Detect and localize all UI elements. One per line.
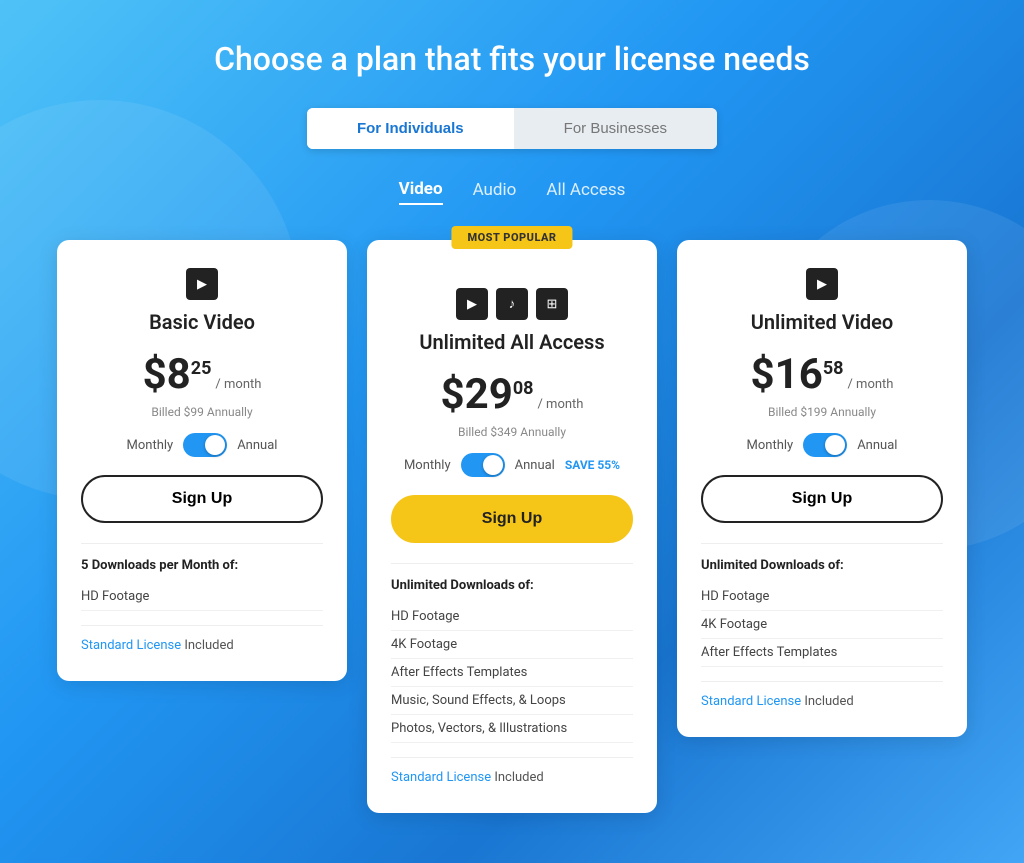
- toggle-row-all-access: Monthly Annual SAVE 55%: [391, 453, 633, 477]
- price-cents-all-access: 08: [513, 378, 534, 399]
- feature-hd-all: HD Footage: [391, 603, 633, 631]
- features-title-all: Unlimited Downloads of:: [391, 578, 633, 593]
- all-access-tab[interactable]: All Access: [546, 179, 625, 205]
- pricing-cards: ▶ Basic Video $8 25 / month Billed $99 A…: [57, 240, 967, 813]
- category-tabs: Video Audio All Access: [399, 179, 626, 205]
- card-title-basic: Basic Video: [81, 310, 323, 334]
- price-cents-basic: 25: [191, 358, 212, 379]
- annual-label-basic: Annual: [237, 438, 277, 453]
- price-period-all-access: / month: [537, 397, 583, 412]
- annual-label-all: Annual: [515, 458, 555, 473]
- photo-icon-all: ⊞: [536, 288, 568, 320]
- price-period-unlimited: / month: [847, 377, 893, 392]
- license-type-switcher: For Individuals For Businesses: [307, 108, 717, 149]
- license-suffix-all: Included: [491, 770, 544, 785]
- feature-4k-all: 4K Footage: [391, 631, 633, 659]
- video-icon: ▶: [186, 268, 218, 300]
- basic-video-card: ▶ Basic Video $8 25 / month Billed $99 A…: [57, 240, 347, 681]
- features-title-basic: 5 Downloads per Month of:: [81, 558, 323, 573]
- video-tab[interactable]: Video: [399, 179, 443, 205]
- monthly-label-basic: Monthly: [127, 438, 174, 453]
- audio-tab[interactable]: Audio: [473, 179, 517, 205]
- license-link-basic[interactable]: Standard License: [81, 638, 181, 653]
- most-popular-badge: MOST POPULAR: [451, 226, 572, 249]
- all-access-card: MOST POPULAR ▶ ♪ ⊞ Unlimited All Access …: [367, 240, 657, 813]
- individuals-tab[interactable]: For Individuals: [307, 108, 514, 149]
- price-period-basic: / month: [215, 377, 261, 392]
- billed-text-unlimited: Billed $199 Annually: [701, 405, 943, 419]
- audio-icon-all: ♪: [496, 288, 528, 320]
- price-main-basic: $8: [143, 350, 191, 399]
- feature-hd-unlimited: HD Footage: [701, 583, 943, 611]
- billing-toggle-unlimited[interactable]: [803, 433, 847, 457]
- card-icons-basic: ▶: [81, 268, 323, 300]
- feature-music-all: Music, Sound Effects, & Loops: [391, 687, 633, 715]
- feature-4k-unlimited: 4K Footage: [701, 611, 943, 639]
- price-row-unlimited: $16 58 / month: [701, 350, 943, 399]
- unlimited-video-card: ▶ Unlimited Video $16 58 / month Billed …: [677, 240, 967, 737]
- card-icons-unlimited: ▶: [701, 268, 943, 300]
- billed-text-all-access: Billed $349 Annually: [391, 425, 633, 439]
- signup-button-basic[interactable]: Sign Up: [81, 475, 323, 523]
- billing-toggle-basic[interactable]: [183, 433, 227, 457]
- feature-ae-unlimited: After Effects Templates: [701, 639, 943, 667]
- license-row-unlimited: Standard License Included: [701, 681, 943, 709]
- license-suffix-unlimited: Included: [801, 694, 854, 709]
- billing-toggle-all[interactable]: [461, 453, 505, 477]
- license-row-all: Standard License Included: [391, 757, 633, 785]
- card-icons-all-access: ▶ ♪ ⊞: [391, 288, 633, 320]
- features-title-unlimited: Unlimited Downloads of:: [701, 558, 943, 573]
- monthly-label-unlimited: Monthly: [747, 438, 794, 453]
- license-link-unlimited[interactable]: Standard License: [701, 694, 801, 709]
- license-suffix-basic: Included: [181, 638, 234, 653]
- feature-ae-all: After Effects Templates: [391, 659, 633, 687]
- price-main-unlimited: $16: [751, 350, 823, 399]
- divider-basic: [81, 543, 323, 544]
- feature-photos-all: Photos, Vectors, & Illustrations: [391, 715, 633, 743]
- feature-hd-basic: HD Footage: [81, 583, 323, 611]
- license-row-basic: Standard License Included: [81, 625, 323, 653]
- price-row-all-access: $29 08 / month: [391, 370, 633, 419]
- annual-label-unlimited: Annual: [857, 438, 897, 453]
- billed-text-basic: Billed $99 Annually: [81, 405, 323, 419]
- price-main-all-access: $29: [441, 370, 513, 419]
- price-row-basic: $8 25 / month: [81, 350, 323, 399]
- toggle-row-basic: Monthly Annual: [81, 433, 323, 457]
- divider-all-access: [391, 563, 633, 564]
- license-link-all[interactable]: Standard License: [391, 770, 491, 785]
- monthly-label-all: Monthly: [404, 458, 451, 473]
- video-icon-unlimited: ▶: [806, 268, 838, 300]
- price-cents-unlimited: 58: [823, 358, 844, 379]
- signup-button-all-access[interactable]: Sign Up: [391, 495, 633, 543]
- card-title-all-access: Unlimited All Access: [391, 330, 633, 354]
- signup-button-unlimited[interactable]: Sign Up: [701, 475, 943, 523]
- toggle-row-unlimited: Monthly Annual: [701, 433, 943, 457]
- businesses-tab[interactable]: For Businesses: [514, 108, 717, 149]
- page-title: Choose a plan that fits your license nee…: [214, 40, 810, 78]
- save-badge-all: SAVE 55%: [565, 458, 620, 472]
- video-icon-all: ▶: [456, 288, 488, 320]
- divider-unlimited: [701, 543, 943, 544]
- card-title-unlimited: Unlimited Video: [701, 310, 943, 334]
- page-wrapper: Choose a plan that fits your license nee…: [0, 0, 1024, 863]
